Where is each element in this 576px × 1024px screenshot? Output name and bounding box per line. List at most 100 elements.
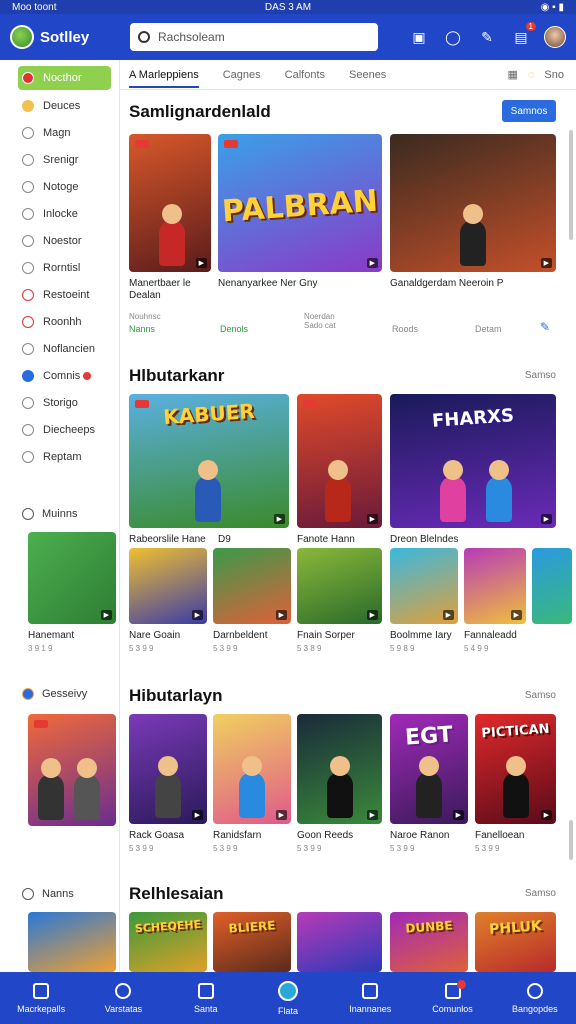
sidebar-card[interactable] (28, 912, 116, 972)
character (440, 460, 466, 522)
nav-2[interactable]: Santa (165, 972, 247, 1024)
tab-2[interactable]: Calfonts (285, 69, 325, 81)
popular-card-1[interactable]: ▶ (297, 394, 382, 528)
sidebar-item-3[interactable]: Srenigr (0, 146, 119, 173)
sidebar-item-12[interactable]: Storigo (0, 389, 119, 416)
popular-card-0-extra: D9 (218, 534, 231, 545)
scrollbar-thumb[interactable] (569, 130, 573, 240)
new-card-3[interactable] (297, 912, 382, 972)
new-card-1[interactable]: SCHEQEHE (129, 912, 207, 972)
nav-label: Inannanes (349, 1003, 392, 1014)
tab-bar: A Marleppiens Cagnes Calfonts Seenes ▦ ◌… (120, 60, 576, 90)
chat-icon[interactable]: ◯ (442, 26, 464, 48)
card-tag: ▶ (366, 258, 378, 268)
nav-4[interactable]: Inannanes (329, 972, 411, 1024)
featured-card-2[interactable]: ▶ (390, 134, 556, 272)
tab-0[interactable]: A Marleppiens (129, 69, 199, 88)
trend-card-1[interactable]: ▶ (213, 714, 291, 824)
trend-card-3-sub: 5 3 9 9 (297, 844, 322, 853)
section4-more[interactable]: Samso (525, 888, 556, 899)
sidebar-item-0[interactable]: Nocthor (18, 66, 111, 90)
trend-card-5[interactable]: PICTICAN ▶ (475, 714, 556, 824)
new-card-2[interactable]: BLIERE (213, 912, 291, 972)
featured-card-0[interactable]: ▶ (129, 134, 211, 272)
trend-card-0[interactable]: ▶ (129, 714, 207, 824)
character (155, 756, 181, 818)
nav-label: Bangopdes (512, 1003, 558, 1014)
scrollbar-thumb[interactable] (569, 820, 573, 860)
sidebar-item-5[interactable]: Inlocke (0, 200, 119, 227)
sidebar-section-gesseivy[interactable]: Gesseivy (22, 688, 87, 700)
sidebar-item-label: Notoge (43, 180, 79, 193)
trend-card-2[interactable]: ▶ (297, 714, 382, 824)
app-logo[interactable] (10, 25, 34, 49)
heart-icon (115, 982, 132, 999)
edit-icon[interactable]: ✎ (540, 320, 550, 334)
card-art (297, 912, 382, 972)
tab-1[interactable]: Cagnes (223, 69, 261, 81)
sidebar-item-label: Nocthor (43, 72, 82, 84)
home-icon (22, 72, 34, 84)
small-card-3[interactable]: ▶ (390, 548, 458, 624)
pin-icon[interactable]: ✎ (476, 26, 498, 48)
section3-more[interactable]: Samso (525, 690, 556, 701)
new-chip (303, 400, 317, 408)
sidebar-section-mums[interactable]: Muinns (22, 508, 77, 520)
new-card-4[interactable]: DUNBE (390, 912, 468, 972)
featured-card-1-title: Nenanyarkee Ner Gny (218, 278, 318, 289)
small-card-4[interactable]: ▶ (464, 548, 526, 624)
popular-card-0[interactable]: KABUER ▶ (129, 394, 289, 528)
circle-icon (22, 207, 34, 220)
sidebar-item-4[interactable]: Notoge (0, 173, 119, 200)
section1-button[interactable]: Samnos (502, 100, 556, 122)
sort-label[interactable]: Sno (544, 69, 564, 81)
card-tag: ▶ (510, 610, 522, 620)
sidebar-item-9[interactable]: Roonhh (0, 308, 119, 335)
featured-card-1[interactable]: PALBRAN ▶ (218, 134, 382, 272)
nav-6[interactable]: Bangopdes (494, 972, 576, 1024)
card-tag: ▶ (191, 810, 203, 820)
section-label: Muinns (42, 508, 78, 520)
sidebar-item-6[interactable]: Noestor (0, 227, 119, 254)
trend-card-4[interactable]: EGT ▶ (390, 714, 468, 824)
nav-0[interactable]: Macrkepalls (0, 972, 82, 1024)
sidebar-item-8[interactable]: Restoeint (0, 281, 119, 308)
small-card-1[interactable]: ▶ (213, 548, 291, 624)
section2-more[interactable]: Samso (525, 370, 556, 381)
small-card-5[interactable] (532, 548, 572, 624)
section-label: Nanns (42, 888, 74, 900)
sidebar-item-10[interactable]: Noflancien (0, 335, 119, 362)
card-tag: ▶ (275, 810, 287, 820)
nav-3[interactable]: Flata (247, 972, 329, 1024)
circle-icon (22, 315, 34, 328)
sidebar-item-7[interactable]: Rorntisl (0, 254, 119, 281)
filter-icon[interactable]: ◌ (528, 69, 535, 81)
notification-icon[interactable]: ▤ 1 (510, 22, 536, 48)
sidebar-item-13[interactable]: Diecheeps (0, 416, 119, 443)
new-card-5[interactable]: PHLUK (475, 912, 556, 972)
sidebar-item-1[interactable]: Deuces (0, 92, 119, 119)
sidebar-item-11[interactable]: Comnis (0, 362, 119, 389)
search-input[interactable]: Rachsoleam (130, 23, 378, 51)
trend-card-1-title: Rack Goasa (129, 830, 185, 841)
sidebar-item-14[interactable]: Reptam (0, 443, 119, 470)
nav-5[interactable]: Comunlos (411, 972, 493, 1024)
small-card-0[interactable]: ▶ (129, 548, 207, 624)
nav-1[interactable]: Varstatas (82, 972, 164, 1024)
nav-label: Varstatas (104, 1003, 143, 1014)
tab-3[interactable]: Seenes (349, 69, 386, 81)
bottom-nav: Macrkepalls Varstatas Santa Flata Inanna… (0, 972, 576, 1024)
sidebar-item-label: Noestor (43, 234, 82, 247)
inbox-icon[interactable]: ▣ (408, 26, 430, 48)
circle-icon (22, 369, 34, 382)
sidebar-section-nanns[interactable]: Nanns (22, 888, 74, 900)
avatar[interactable] (544, 26, 566, 48)
promo-card[interactable]: ▶ (28, 532, 116, 624)
character (38, 758, 64, 820)
star-icon (22, 99, 34, 112)
small-card-2[interactable]: ▶ (297, 548, 382, 624)
grid-icon[interactable]: ▦ (507, 68, 517, 81)
popular-card-2[interactable]: FHARXS ▶ (390, 394, 556, 528)
sidebar-card[interactable] (28, 714, 116, 826)
sidebar-item-2[interactable]: Magn (0, 119, 119, 146)
